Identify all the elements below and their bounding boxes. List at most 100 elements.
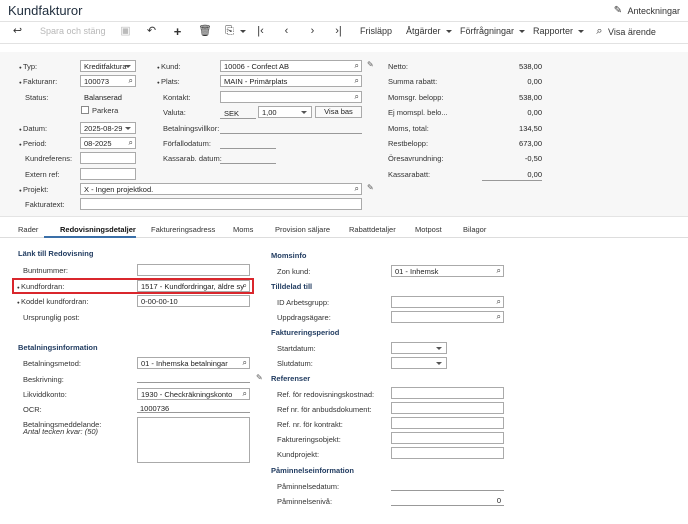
idarb-input[interactable]: ⌕ [391,296,504,308]
save-button[interactable]: ▣ [120,26,131,37]
kundref-input[interactable] [80,152,136,164]
kund-input[interactable]: 10006 - Confect AB ⌕ [220,60,362,72]
zon-input[interactable]: 01 - Inhemsk ⌕ [391,265,504,277]
ocr-value: 1000736 [140,404,170,413]
pamdatum-field[interactable] [391,479,504,491]
tab-motpost[interactable]: Motpost [415,225,442,234]
fakturanr-input[interactable]: 100073 ⌕ [80,75,136,87]
save-close-button[interactable]: Spara och stäng [40,26,106,36]
ref5-input[interactable] [391,447,504,459]
first-record-button[interactable]: |‹ [255,26,266,37]
search-icon[interactable]: ⌕ [497,312,501,322]
total-value: 0,00 [482,170,542,181]
likvid-value: 1930 - Checkräkningskonto [141,390,233,399]
tab-provision-saljare[interactable]: Provision säljare [275,225,330,234]
section-paminnelse: Påminnelseinformation [271,466,354,475]
reports-label: Rapporter [533,26,574,36]
kund-edit-icon[interactable]: ✎ [367,60,374,69]
search-icon[interactable]: ⌕ [497,266,501,276]
release-button[interactable]: Frisläpp [360,26,392,36]
chevron-down-icon [578,29,585,33]
search-icon[interactable]: ⌕ [355,92,359,102]
search-icon[interactable]: ⌕ [355,61,359,71]
last-record-button[interactable]: ›| [333,26,344,37]
search-icon[interactable]: ⌕ [355,76,359,86]
ocr-field[interactable]: 1000736 [137,401,250,413]
beskr-field[interactable] [137,371,250,383]
search-icon[interactable]: ⌕ [129,76,133,86]
pamniva-field[interactable]: 0 [391,494,504,506]
undo-button[interactable]: ↶ [146,26,157,37]
save-icon: ▣ [120,25,131,37]
betmedd-textarea[interactable] [137,417,250,463]
start-input[interactable] [391,342,447,354]
urspr-label: Ursprunglig post: [23,313,80,322]
slut-input[interactable] [391,357,447,369]
fakturatext-input[interactable] [80,198,362,210]
visa-bas-button[interactable]: Visa bas [315,106,362,118]
tab-rabattdetaljer[interactable]: Rabattdetaljer [349,225,396,234]
kontakt-input[interactable]: ⌕ [220,91,362,103]
koddel-input[interactable]: 0-00-00-10 [137,295,250,307]
next-record-button[interactable]: › [307,26,318,37]
kundfordran-label: Kundfordran: [21,282,64,291]
back-button[interactable]: ↩ [12,26,23,37]
kassarab-field[interactable] [220,152,276,164]
ref3-input[interactable] [391,417,504,429]
pamniva-label: Påminnelsenivå: [277,497,333,506]
beskr-edit-icon[interactable]: ✎ [256,373,263,382]
tab-redovisningsdetaljer[interactable]: Redovisningsdetaljer [60,225,136,234]
uppdrag-input[interactable]: ⌕ [391,311,504,323]
betmetod-value: 01 - Inhemska betalningar [141,359,228,368]
projekt-edit-icon[interactable]: ✎ [367,183,374,192]
projekt-input[interactable]: X - Ingen projektkod. ⌕ [80,183,362,195]
release-label: Frisläpp [360,26,393,36]
total-label: Summa rabatt: [388,77,438,86]
forfall-field[interactable] [220,137,276,149]
total-label: Ej momspl. belo... [388,108,448,117]
idarb-label: ID Arbetsgrupp: [277,298,330,307]
rate-select[interactable]: 1,00 [258,106,312,118]
delete-button[interactable]: 🗑 [198,26,212,37]
externref-input[interactable] [80,168,136,180]
section-momsinfo: Momsinfo [271,251,307,260]
copy-button[interactable]: ⎘ [224,26,246,37]
betmetod-input[interactable]: 01 - Inhemska betalningar ⌕ [137,357,250,369]
zon-value: 01 - Inhemsk [395,267,439,276]
ref4-input[interactable] [391,432,504,444]
reports-menu[interactable]: Rapporter [533,26,585,36]
valuta-field[interactable] [220,107,256,119]
typ-select[interactable]: Kreditfaktura [80,60,136,72]
plats-input[interactable]: MAIN - Primärplats ⌕ [220,75,362,87]
previous-record-button[interactable]: ‹ [281,26,292,37]
tab-moms[interactable]: Moms [233,225,253,234]
search-icon[interactable]: ⌕ [243,358,247,368]
search-icon[interactable]: ⌕ [243,281,247,291]
title-bar: Kundfakturor ✎ Anteckningar [0,0,688,22]
datum-input[interactable]: 2025-08-29 [80,122,136,134]
kundfordran-input[interactable]: 1517 - Kundfordringar, äldre sy ⌕ [137,280,250,292]
ref1-input[interactable] [391,387,504,399]
likvid-input[interactable]: 1930 - Checkräkningskonto ⌕ [137,388,250,400]
tab-bilagor[interactable]: Bilagor [463,225,486,234]
undo-icon: ↶ [146,25,157,37]
search-icon[interactable]: ⌕ [129,138,133,148]
add-button[interactable]: + [172,25,183,38]
inquiries-menu[interactable]: Förfrågningar [460,26,526,36]
search-icon[interactable]: ⌕ [243,389,247,399]
notes-button[interactable]: ✎ Anteckningar [612,5,680,16]
ref2-label: Ref nr. för anbudsdokument: [277,405,372,414]
buntnummer-input[interactable] [137,264,250,276]
fakturanr-label: Fakturanr: [23,77,57,86]
ref2-input[interactable] [391,402,504,414]
tab-faktureringsadress[interactable]: Faktureringsadress [151,225,215,234]
period-input[interactable]: 08-2025 ⌕ [80,137,136,149]
search-icon[interactable]: ⌕ [355,184,359,194]
betvillkor-field[interactable] [220,122,362,134]
search-icon[interactable]: ⌕ [497,297,501,307]
tab-rader[interactable]: Rader [18,225,38,234]
kund-value: 10006 - Confect AB [224,62,290,71]
show-case-button[interactable]: ⌕ Visa ärende [594,26,655,37]
parkera-checkbox[interactable] [81,106,89,114]
actions-menu[interactable]: Åtgärder [406,26,452,36]
